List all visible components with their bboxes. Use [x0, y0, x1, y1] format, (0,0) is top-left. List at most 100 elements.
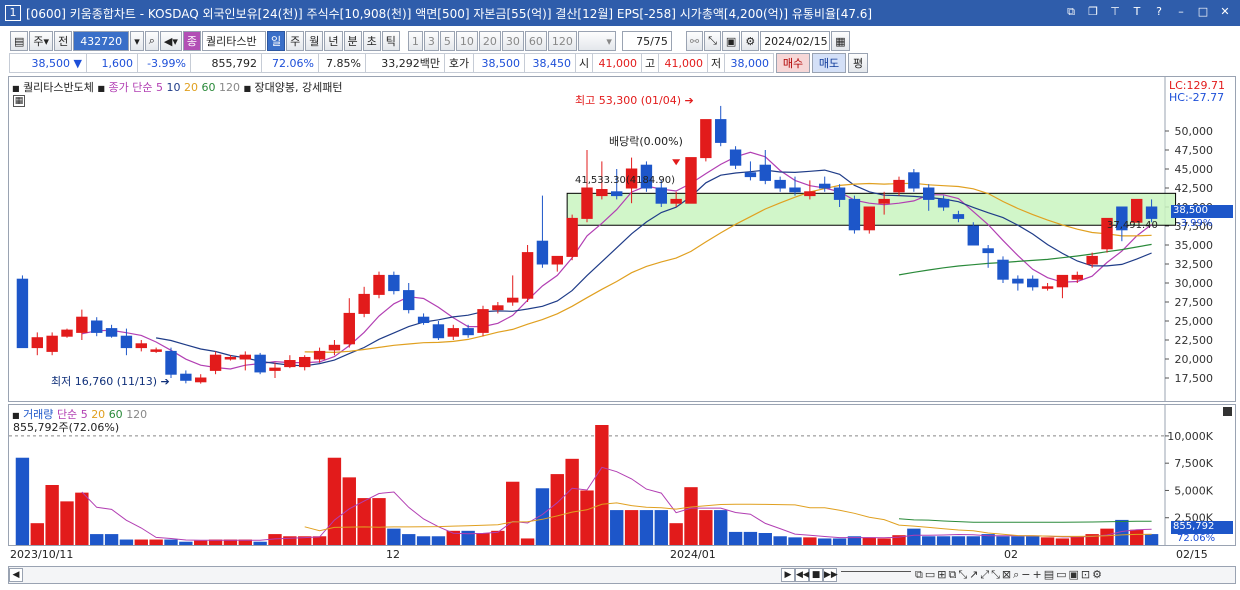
volume-bar: [164, 539, 178, 545]
save-icon[interactable]: ▣: [721, 31, 741, 51]
candle-body: [76, 316, 88, 333]
candle-body: [388, 274, 400, 292]
interval-30-button[interactable]: 30: [501, 31, 524, 51]
period-minute-button[interactable]: 분: [343, 31, 362, 51]
candle-body: [551, 255, 563, 265]
candle-body: [254, 354, 266, 373]
calendar-icon[interactable]: ▦: [831, 31, 850, 51]
vma-120-label: 120: [126, 408, 148, 421]
minimize-button[interactable]: –: [1174, 5, 1188, 19]
interval-10-button[interactable]: 10: [455, 31, 478, 51]
link-icon[interactable]: ⚯: [685, 31, 704, 51]
volume-bar: [506, 481, 520, 545]
chart-menu-icon[interactable]: ▤: [10, 31, 29, 51]
volume-bar: [1040, 537, 1055, 545]
interval-60-button[interactable]: 60: [524, 31, 547, 51]
drawing-tools[interactable]: ⧉▭⊞⧉⤡↗⤢⤡⊠⌕−+▤▭▣⊡⚙: [915, 568, 1104, 582]
interval-20-button[interactable]: 20: [478, 31, 501, 51]
zoom-slider[interactable]: [841, 571, 911, 579]
volume-bar: [832, 538, 847, 545]
scroll-right-icon[interactable]: ▶: [781, 568, 795, 582]
eval-button[interactable]: 평: [848, 53, 868, 73]
hoga-ask-value: 38,500: [473, 53, 525, 73]
candle-body: [328, 344, 341, 351]
period-month-button[interactable]: 월: [305, 31, 324, 51]
candle-body: [477, 309, 489, 333]
volume-bar: [1026, 536, 1040, 545]
crosshair-icon[interactable]: ⤡: [704, 31, 721, 51]
x-label-jan: 2024/01: [670, 548, 716, 561]
volume-panel[interactable]: 10,000K 7,500K 5,000K 2,500K ■ 거래량 단순 5 20 …: [8, 404, 1236, 546]
volume-bar: [714, 510, 728, 545]
period-tick-button[interactable]: 틱: [381, 31, 400, 51]
period-week-button[interactable]: 주: [286, 31, 305, 51]
app-icon: 1: [5, 5, 21, 21]
stop-icon[interactable]: ■: [809, 568, 823, 582]
speaker-icon[interactable]: ◀︎▾: [159, 31, 182, 51]
candle-body: [982, 248, 994, 254]
candle-body: [492, 305, 504, 311]
fast-forward-icon[interactable]: ▶▶: [823, 568, 838, 582]
high-label: 고: [641, 53, 659, 73]
maximize-button[interactable]: □: [1196, 5, 1210, 19]
period-second-button[interactable]: 초: [362, 31, 381, 51]
scroll-left-icon[interactable]: ◀: [9, 568, 23, 582]
candle-body: [343, 312, 355, 345]
sell-button[interactable]: 매도: [812, 53, 846, 73]
quote-bar: 38,500 ▼ 1,600 -3.99% 855,792 72.06% 7.8…: [0, 53, 1240, 73]
date-input[interactable]: 2024/02/15: [760, 31, 831, 51]
candle-body: [655, 187, 667, 204]
count-input[interactable]: 75/75: [621, 31, 672, 51]
legend-marker-icon: ■: [243, 84, 252, 93]
candle-body: [447, 328, 459, 337]
volume-bar: [75, 492, 89, 545]
settings-icon[interactable]: ⚙: [741, 31, 760, 51]
price-y-tick-label: 35,000: [1175, 239, 1214, 252]
price-legend: ■ 퀄리타스반도체 ■ 종가 단순 5 10 20 60 120 ■ 장대양봉,…: [12, 79, 342, 95]
volume-bar: [1011, 536, 1025, 545]
grid-toggle-icon[interactable]: ▦: [13, 95, 25, 107]
font-icon[interactable]: T: [1130, 5, 1144, 19]
volume-bar: [327, 457, 342, 545]
interval-select[interactable]: ▾: [577, 31, 616, 51]
pin-icon[interactable]: ⊤: [1108, 5, 1122, 19]
price-panel[interactable]: 50,00047,50045,00042,50040,00037,50035,0…: [8, 76, 1236, 402]
period-select[interactable]: 주 ▾: [29, 31, 54, 51]
interval-1-button[interactable]: 1: [407, 31, 423, 51]
help-icon[interactable]: ?: [1152, 5, 1166, 19]
code-dropdown-icon[interactable]: ▾: [130, 31, 144, 51]
panel-close-icon[interactable]: [1223, 407, 1232, 416]
scroll-track[interactable]: [23, 569, 781, 581]
stock-code-input[interactable]: 432720: [73, 31, 130, 51]
candle-body: [462, 328, 474, 336]
close-button[interactable]: ✕: [1218, 5, 1232, 19]
volume-bar: [30, 523, 44, 545]
buy-button[interactable]: 매수: [776, 53, 810, 73]
period-day-button[interactable]: 일: [267, 31, 286, 51]
period-year-button[interactable]: 년: [324, 31, 343, 51]
bottom-scrollbar[interactable]: ◀ ▶ ◀◀ ■ ▶▶ ⧉▭⊞⧉⤡↗⤢⤡⊠⌕−+▤▭▣⊡⚙: [8, 566, 1236, 584]
price-chart: 50,00047,50045,00042,50040,00037,50035,0…: [16, 77, 1214, 401]
rewind-icon[interactable]: ◀◀: [795, 568, 810, 582]
window-copy-icon[interactable]: ❐: [1086, 5, 1100, 19]
all-button[interactable]: 전: [54, 31, 73, 51]
candle-body: [180, 373, 192, 381]
volume-bar: [476, 533, 490, 545]
interval-5-button[interactable]: 5: [439, 31, 455, 51]
candle-body: [1131, 198, 1143, 223]
open-label: 시: [575, 53, 593, 73]
search-icon[interactable]: ⌕: [144, 31, 159, 51]
interval-3-button[interactable]: 3: [423, 31, 439, 51]
layout-icon[interactable]: ⧉: [1064, 5, 1078, 19]
candle-body: [967, 225, 979, 246]
high-annotation-text: 최고 53,300 (01/04): [575, 94, 682, 107]
volume-bar: [402, 534, 416, 545]
volume-bar: [654, 510, 668, 545]
level-annotation: 37,491.40: [1107, 220, 1158, 231]
candle-body: [46, 335, 58, 352]
volume-bar: [936, 536, 951, 545]
interval-120-button[interactable]: 120: [547, 31, 577, 51]
open-value: 41,000: [592, 53, 642, 73]
arrow-right-icon: ➔: [160, 375, 170, 388]
candle-body: [358, 293, 370, 314]
